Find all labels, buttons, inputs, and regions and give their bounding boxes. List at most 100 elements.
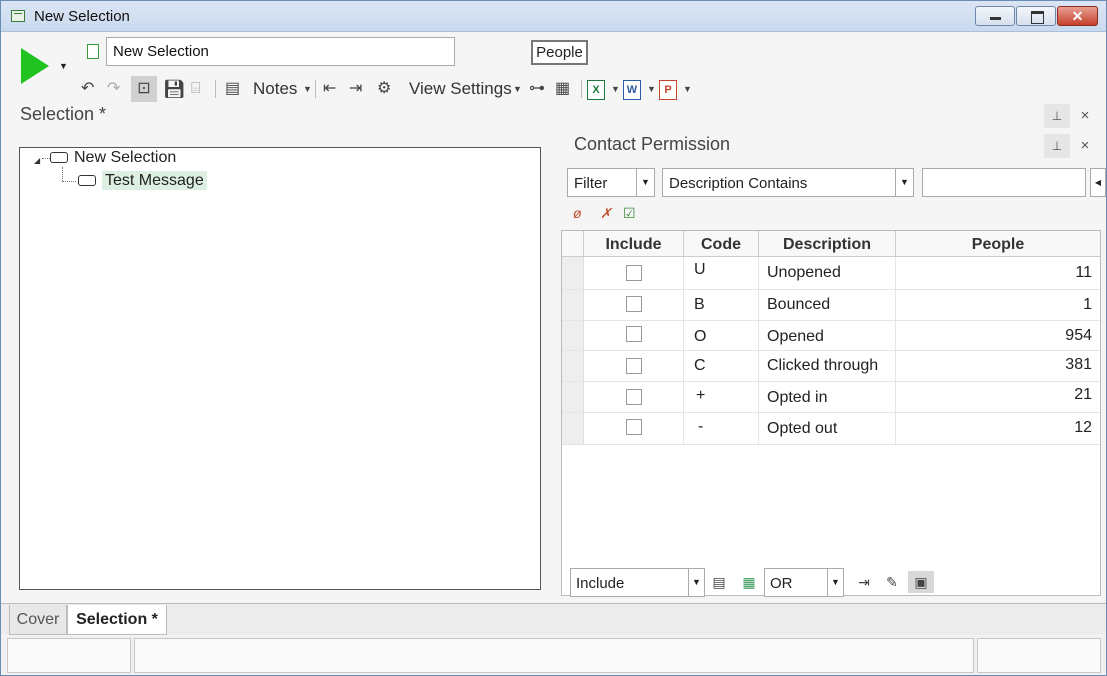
view-settings-menu[interactable]: View Settings <box>409 77 512 101</box>
hierarchy-icon[interactable]: ⊶ <box>529 76 545 102</box>
column-header-code[interactable]: Code <box>684 231 759 257</box>
powerpoint-export-icon[interactable]: P <box>659 76 677 102</box>
close-window-button[interactable]: ✕ <box>1057 6 1098 26</box>
pin-icon[interactable]: ⊥ <box>1044 104 1070 128</box>
pin-icon[interactable]: ⊥ <box>1044 134 1070 158</box>
minimize-button[interactable] <box>975 6 1015 26</box>
grid-select-icon[interactable]: ▦ <box>738 571 760 593</box>
excel-export-icon[interactable]: X <box>587 76 605 102</box>
word-export-icon[interactable]: W <box>623 76 641 102</box>
table-row[interactable]: U Unopened 11 <box>562 257 1100 290</box>
selection-node-icon <box>50 152 68 164</box>
tab-selection[interactable]: Selection * <box>67 605 167 635</box>
outdent-icon[interactable]: ⇤ <box>323 76 336 102</box>
save-icon[interactable]: 💾︎ <box>163 76 186 102</box>
run-button[interactable] <box>21 48 49 84</box>
pencil-icon[interactable]: ✎ <box>881 571 903 593</box>
description-cell: Opted in <box>759 382 896 412</box>
maximize-button[interactable] <box>1016 6 1056 26</box>
word-dropdown-icon[interactable]: ▼ <box>647 76 656 102</box>
status-cell <box>7 638 131 673</box>
description-cell: Opted out <box>759 413 896 444</box>
main-content: ▼ People ↶ ↷ ⊡ 💾︎ ⌸ ▤ Notes ▼ ⇤ ⇥ ⚙ View… <box>1 32 1106 675</box>
powerpoint-dropdown-icon[interactable]: ▼ <box>683 76 692 102</box>
column-header-people[interactable]: People <box>896 231 1100 257</box>
tree-node-child[interactable]: Test Message <box>78 171 207 190</box>
filter-text-input[interactable] <box>922 168 1086 197</box>
excel-dropdown-icon[interactable]: ▼ <box>611 76 620 102</box>
row-selector[interactable] <box>562 413 584 444</box>
notes-menu[interactable]: Notes <box>253 77 297 101</box>
notes-icon[interactable]: ▤ <box>225 76 240 102</box>
contact-permission-grid: Include Code Description People U Unopen… <box>561 230 1101 596</box>
chevron-down-icon: ▼ <box>827 569 843 596</box>
row-selector[interactable] <box>562 321 584 350</box>
include-checkbox[interactable] <box>626 358 642 374</box>
column-header-include[interactable]: Include <box>584 231 684 257</box>
description-cell: Bounced <box>759 290 896 320</box>
filter-mode-dropdown[interactable]: Description Contains ▼ <box>662 168 914 197</box>
lock-icon[interactable]: ⊡ <box>131 76 157 102</box>
remove-filter-icon[interactable]: ✗ <box>600 205 612 222</box>
insert-node-icon[interactable]: ⇥ <box>853 571 875 593</box>
status-cell <box>134 638 974 673</box>
row-selector[interactable] <box>562 351 584 381</box>
close-panel-icon[interactable]: × <box>1072 134 1098 158</box>
database-icon[interactable]: ⌸ <box>191 76 201 102</box>
table-row[interactable]: O Opened 954 <box>562 321 1100 351</box>
include-checkbox[interactable] <box>626 419 642 435</box>
contact-permission-title: Contact Permission <box>574 134 731 154</box>
table-row[interactable]: C Clicked through 381 <box>562 351 1100 382</box>
window-app-icon <box>11 10 25 22</box>
code-cell: - <box>684 413 759 444</box>
table-row[interactable]: - Opted out 12 <box>562 413 1100 445</box>
filter-type-dropdown[interactable]: Filter ▼ <box>567 168 655 197</box>
code-cell: U <box>684 257 759 289</box>
column-header-description[interactable]: Description <box>759 231 896 257</box>
apply-selection-icon[interactable]: ▣ <box>908 571 934 593</box>
redo-icon[interactable]: ↷ <box>107 76 120 102</box>
include-checkbox[interactable] <box>626 389 642 405</box>
code-cell: B <box>684 290 759 320</box>
message-node-icon <box>78 175 96 187</box>
people-cell: 954 <box>1065 327 1092 344</box>
code-cell: + <box>684 382 759 412</box>
chevron-down-icon: ▼ <box>688 569 704 596</box>
code-cell: C <box>684 351 759 381</box>
close-panel-icon[interactable]: × <box>1072 104 1098 128</box>
logic-operator-dropdown[interactable]: OR ▼ <box>764 568 844 597</box>
row-selector[interactable] <box>562 290 584 320</box>
run-dropdown-icon[interactable]: ▼ <box>59 61 68 71</box>
include-mode-dropdown[interactable]: Include ▼ <box>570 568 705 597</box>
row-selector[interactable] <box>562 257 584 289</box>
notes-dropdown-icon[interactable]: ▼ <box>303 76 312 102</box>
indent-icon[interactable]: ⇥ <box>349 76 362 102</box>
filter-type-label: Filter <box>574 175 608 192</box>
document-icon <box>87 44 99 59</box>
tree-node-root-label: New Selection <box>74 149 177 166</box>
row-selector[interactable] <box>562 382 584 412</box>
chevron-down-icon: ▼ <box>895 169 913 196</box>
table-row[interactable]: B Bounced 1 <box>562 290 1100 321</box>
edit-table-icon[interactable]: ▤ <box>708 571 730 593</box>
include-checkbox[interactable] <box>626 296 642 312</box>
people-button[interactable]: People <box>531 40 588 65</box>
undo-icon[interactable]: ↶ <box>81 76 94 102</box>
include-checkbox[interactable] <box>626 326 642 342</box>
clear-filter-icon[interactable]: ø <box>573 205 582 221</box>
filter-scroll-icon[interactable]: ◀ <box>1090 168 1106 197</box>
status-cell <box>977 638 1101 673</box>
apply-filter-icon[interactable]: ☑ <box>623 205 636 222</box>
settings-gear-icon[interactable]: ⚙ <box>377 76 391 102</box>
logic-operator-label: OR <box>770 575 793 592</box>
people-cell: 21 <box>1074 386 1092 403</box>
tab-cover[interactable]: Cover <box>9 605 67 635</box>
table-row[interactable]: + Opted in 21 <box>562 382 1100 413</box>
application-window: New Selection ✕ ▼ People ↶ ↷ ⊡ 💾︎ ⌸ ▤ No… <box>0 0 1107 676</box>
include-checkbox[interactable] <box>626 265 642 281</box>
grid-view-icon[interactable]: ▦ <box>555 76 570 102</box>
view-settings-dropdown-icon[interactable]: ▼ <box>513 76 522 102</box>
selection-name-input[interactable] <box>106 37 455 66</box>
collapse-triangle-icon[interactable]: ◢ <box>34 156 40 165</box>
tree-node-root[interactable]: New Selection <box>50 149 176 167</box>
